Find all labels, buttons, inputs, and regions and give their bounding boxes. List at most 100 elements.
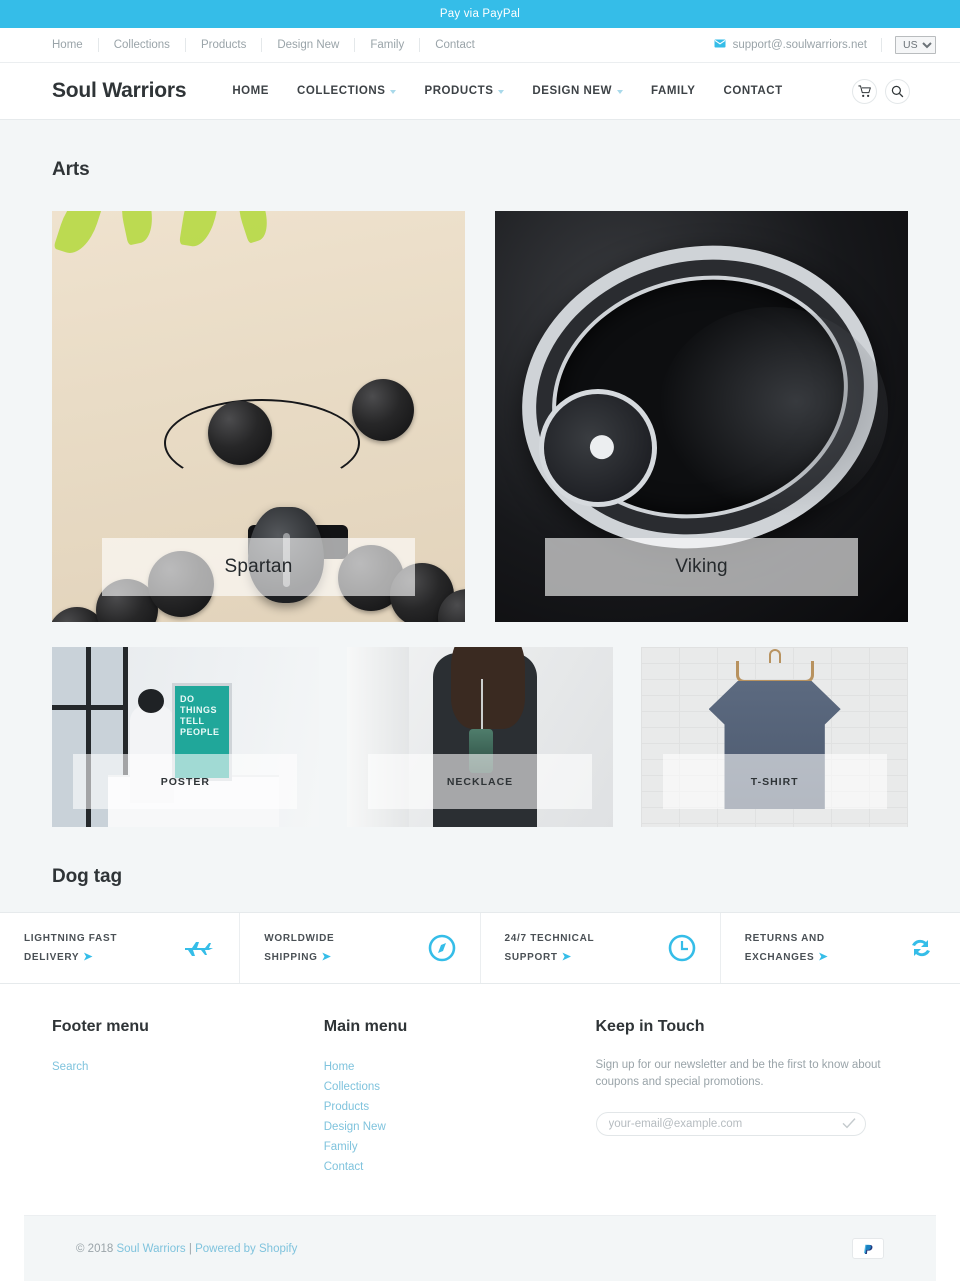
- main-content: Arts Spartan Viking DO THINGS TELL PEOPL…: [0, 159, 960, 1281]
- footer-column-newsletter: Keep in Touch Sign up for our newsletter…: [595, 1018, 909, 1177]
- collection-card-caption: Viking: [544, 538, 859, 596]
- copyright: © 2018 Soul Warriors | Powered by Shopif…: [76, 1243, 297, 1255]
- footer-link-design-new[interactable]: Design New: [324, 1121, 386, 1133]
- list-item: Home: [324, 1057, 596, 1075]
- feature-text: LIGHTNING FAST DELIVERY ➤: [24, 930, 117, 967]
- currency-select[interactable]: USD: [895, 36, 936, 54]
- feature-line-1: LIGHTNING FAST: [24, 932, 118, 944]
- feature-strip: LIGHTNING FAST DELIVERY ➤ WORLDWIDE SHIPP…: [0, 912, 960, 984]
- list-item: Collections: [324, 1077, 596, 1095]
- footer-columns: Footer menu Search Main menu Home Collec…: [24, 1018, 936, 1177]
- envelope-icon: [714, 39, 726, 51]
- page-title-arts: Arts: [52, 159, 90, 180]
- list-item: Family: [324, 1137, 596, 1155]
- list-item: Design New: [324, 1117, 596, 1135]
- utility-link-family[interactable]: Family: [355, 38, 421, 52]
- site-footer: Footer menu Search Main menu Home Collec…: [0, 984, 960, 1281]
- feature-text: RETURNS AND EXCHANGES ➤: [745, 930, 829, 967]
- feature-line-1: 24/7 TECHNICAL: [504, 932, 595, 944]
- arrow-right-circle-icon: ➤: [561, 950, 572, 963]
- collection-card-spartan[interactable]: Spartan: [52, 211, 465, 622]
- nav-item-home[interactable]: HOME: [218, 85, 283, 97]
- utility-link-design-new[interactable]: Design New: [262, 38, 356, 52]
- cart-button[interactable]: [852, 78, 877, 104]
- nav-item-collections[interactable]: COLLECTIONS: [283, 85, 410, 97]
- feature-worldwide-shipping[interactable]: WORLDWIDE SHIPPING ➤: [240, 913, 481, 983]
- copyright-separator: |: [185, 1242, 196, 1255]
- footer-column-main-menu: Main menu Home Collections Products Desi…: [324, 1018, 596, 1177]
- check-icon: [842, 1117, 856, 1132]
- clock-icon: [668, 934, 696, 962]
- site-header: Soul Warriors HOME COLLECTIONS PRODUCTS …: [0, 63, 960, 120]
- nav-label: CONTACT: [723, 85, 783, 97]
- nav-item-family[interactable]: FAMILY: [637, 85, 709, 97]
- footer-link-search[interactable]: Search: [52, 1061, 88, 1073]
- support-email-link[interactable]: support@.soulwarriors.net: [733, 38, 882, 52]
- collection-card-tshirt[interactable]: T-SHIRT: [641, 647, 909, 827]
- arrow-right-circle-icon: ➤: [83, 950, 94, 963]
- utility-nav: Home Collections Products Design New Fam…: [24, 38, 490, 52]
- nav-label: FAMILY: [651, 85, 696, 97]
- newsletter-description: Sign up for our newsletter and be the fi…: [595, 1059, 881, 1088]
- nav-label: COLLECTIONS: [297, 85, 386, 97]
- airplane-icon: [183, 935, 215, 961]
- collection-card-viking[interactable]: Viking: [495, 211, 908, 622]
- feature-returns-exchanges[interactable]: RETURNS AND EXCHANGES ➤: [721, 913, 960, 983]
- utility-link-contact[interactable]: Contact: [420, 38, 490, 52]
- feature-lightning-fast-delivery[interactable]: LIGHTNING FAST DELIVERY ➤: [0, 913, 241, 983]
- nav-item-design-new[interactable]: DESIGN NEW: [518, 85, 637, 97]
- feature-line-1: WORLDWIDE: [264, 932, 335, 944]
- newsletter-form: [595, 1112, 866, 1136]
- nav-label: DESIGN NEW: [532, 85, 613, 97]
- feature-line-2: SHIPPING: [264, 951, 318, 963]
- copyright-brand-link[interactable]: Soul Warriors: [116, 1243, 185, 1255]
- footer-link-family[interactable]: Family: [324, 1141, 358, 1153]
- nav-label: HOME: [232, 85, 270, 97]
- nav-item-contact[interactable]: CONTACT: [709, 85, 796, 97]
- collection-card-poster[interactable]: DO THINGS TELL PEOPLE POSTER: [52, 647, 319, 827]
- copyright-prefix: © 2018: [76, 1242, 117, 1255]
- newsletter-email-input[interactable]: [595, 1112, 866, 1136]
- collection-grid-large: Spartan Viking: [52, 211, 908, 622]
- search-icon: [891, 85, 904, 98]
- footer-link-products[interactable]: Products: [324, 1101, 369, 1113]
- feature-line-1: RETURNS AND: [744, 932, 825, 944]
- footer-link-home[interactable]: Home: [324, 1061, 355, 1073]
- footer-heading: Main menu: [323, 1018, 408, 1035]
- refresh-icon: [906, 934, 936, 962]
- nav-item-products[interactable]: PRODUCTS: [410, 85, 518, 97]
- list-item: Contact: [324, 1157, 596, 1175]
- payment-method-badge: [852, 1238, 884, 1259]
- feature-technical-support[interactable]: 24/7 TECHNICAL SUPPORT ➤: [481, 913, 721, 983]
- page-container: Arts Spartan Viking DO THINGS TELL PEOPL…: [0, 159, 960, 888]
- utility-link-collections[interactable]: Collections: [99, 38, 186, 52]
- shopping-cart-icon: [858, 84, 871, 98]
- footer-bottom-inner: © 2018 Soul Warriors | Powered by Shopif…: [48, 1238, 912, 1259]
- feature-text: WORLDWIDE SHIPPING ➤: [264, 930, 334, 967]
- footer-heading: Footer menu: [52, 1018, 149, 1035]
- collection-card-caption: T-SHIRT: [662, 754, 887, 809]
- search-button[interactable]: [885, 78, 910, 104]
- site-logo[interactable]: Soul Warriors: [52, 79, 187, 103]
- collection-grid-small: DO THINGS TELL PEOPLE POSTER NECKLACE T-…: [52, 647, 909, 827]
- arrow-right-circle-icon: ➤: [321, 950, 332, 963]
- collection-card-necklace[interactable]: NECKLACE: [346, 647, 614, 827]
- main-navigation: HOME COLLECTIONS PRODUCTS DESIGN NEW FAM…: [218, 85, 796, 97]
- utility-link-home[interactable]: Home: [24, 38, 99, 52]
- collection-card-caption: POSTER: [73, 754, 298, 809]
- utility-link-products[interactable]: Products: [186, 38, 263, 52]
- paypal-icon: [861, 1242, 875, 1256]
- promo-bar[interactable]: Pay via PayPal: [0, 0, 960, 28]
- powered-by-shopify-link[interactable]: Powered by Shopify: [195, 1243, 297, 1255]
- footer-link-contact[interactable]: Contact: [324, 1161, 364, 1173]
- footer-link-list: Home Collections Products Design New Fam…: [324, 1057, 596, 1175]
- feature-line-2: EXCHANGES: [744, 951, 815, 963]
- footer-link-collections[interactable]: Collections: [324, 1081, 380, 1093]
- utility-right-group: support@.soulwarriors.net USD: [714, 36, 936, 54]
- feature-line-2: DELIVERY: [24, 951, 80, 963]
- nav-label: PRODUCTS: [424, 85, 494, 97]
- content-wrapper: Arts Spartan Viking DO THINGS TELL PEOPL…: [24, 159, 936, 888]
- page-title-dog-tag: Dog tag: [52, 866, 123, 887]
- chevron-down-icon: [390, 90, 397, 94]
- newsletter-submit-button[interactable]: [840, 1115, 858, 1133]
